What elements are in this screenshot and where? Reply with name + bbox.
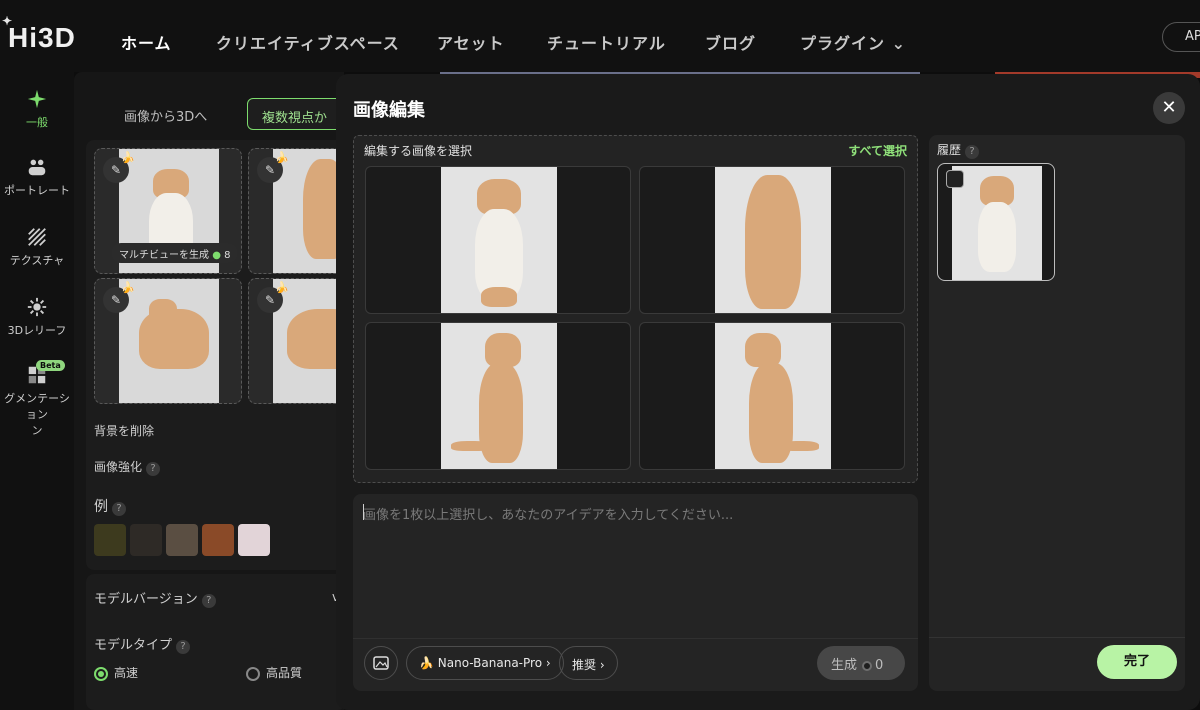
select-images-title: 編集する画像を選択 bbox=[364, 144, 473, 158]
api-button[interactable]: AP bbox=[1162, 22, 1200, 52]
recommend-pill[interactable]: 推奨 › bbox=[559, 646, 618, 680]
sidebar-item-relief[interactable]: 3Dレリーフ bbox=[0, 296, 74, 338]
chevron-right-icon: › bbox=[542, 656, 551, 670]
divider bbox=[929, 637, 1185, 638]
example-thumbnail[interactable] bbox=[94, 524, 126, 556]
image-icon bbox=[373, 656, 389, 670]
generation-panel: 画像から3Dへ 複数視点か ✎ 🍌 マルチビューを生成 ● 8 ✎ 🍌 ✎ 🍌 … bbox=[74, 72, 396, 710]
divider bbox=[353, 638, 918, 639]
sidebar-item-segmentation[interactable]: Beta グメンテーション ン bbox=[0, 360, 74, 438]
prompt-input[interactable]: 画像を1枚以上選択し、あなたのアイデアを入力してください... bbox=[363, 504, 733, 523]
cat-image-right bbox=[715, 323, 831, 469]
help-icon[interactable]: ? bbox=[112, 502, 126, 516]
cat-image-history bbox=[952, 166, 1042, 280]
beta-badge: Beta bbox=[36, 360, 65, 371]
sidebar-item-label: グメンテーション bbox=[4, 392, 70, 421]
banana-icon: 🍌 bbox=[275, 281, 289, 294]
image-option-left[interactable] bbox=[365, 322, 631, 470]
nav-plugins[interactable]: プラグイン ⌄ bbox=[800, 30, 906, 54]
close-button[interactable]: ✕ bbox=[1153, 92, 1185, 124]
image-selection-area: 編集する画像を選択 すべて選択 bbox=[353, 135, 918, 483]
remove-background-label[interactable]: 背景を削除 bbox=[94, 422, 154, 439]
example-thumbnail[interactable] bbox=[166, 524, 198, 556]
image-option-back[interactable] bbox=[639, 166, 905, 314]
gallery-icon bbox=[946, 170, 964, 188]
image-enhance-label[interactable]: 画像強化? bbox=[94, 458, 161, 476]
nav-home[interactable]: ホーム bbox=[121, 30, 172, 54]
banana-icon: 🍌 bbox=[419, 656, 438, 670]
model-settings-card: モデルバージョン? v モデルタイプ? 高速 高品質 bbox=[86, 574, 346, 710]
sidebar-item-portrait[interactable]: ポートレート bbox=[0, 156, 74, 198]
history-item[interactable] bbox=[937, 163, 1055, 281]
cat-image-left bbox=[441, 323, 557, 469]
view-thumbnail-left[interactable]: ✎ 🍌 bbox=[94, 278, 242, 404]
nav-assets[interactable]: アセット bbox=[437, 30, 505, 54]
sparkle-icon: ✦ bbox=[2, 14, 14, 28]
sidebar-item-texture[interactable]: テクスチャ bbox=[0, 226, 74, 268]
sidebar-item-label: 3Dレリーフ bbox=[7, 324, 67, 337]
generate-button[interactable]: 生成 0 bbox=[817, 646, 905, 680]
add-image-button[interactable] bbox=[364, 646, 398, 680]
cat-image bbox=[119, 279, 219, 403]
select-all-button[interactable]: すべて選択 bbox=[848, 142, 907, 159]
banana-icon: 🍌 bbox=[121, 281, 135, 294]
people-icon bbox=[28, 159, 46, 176]
logo-text: Hi3D bbox=[8, 22, 76, 53]
banana-icon: 🍌 bbox=[121, 151, 135, 164]
cat-image-front bbox=[441, 167, 557, 313]
sidebar: 一般 ポートレート テクスチャ 3Dレリーフ Beta グメンテーション ン bbox=[0, 72, 74, 710]
help-icon[interactable]: ? bbox=[176, 640, 191, 654]
history-title: 履歴? bbox=[937, 141, 980, 159]
model-type-fast-radio[interactable]: 高速 bbox=[94, 664, 138, 681]
help-icon[interactable]: ? bbox=[965, 145, 980, 159]
nav-blog[interactable]: ブログ bbox=[705, 30, 756, 54]
history-panel: 履歴? 完了 bbox=[929, 135, 1185, 691]
chevron-right-icon: › bbox=[596, 658, 605, 672]
image-edit-modal: 画像編集 ✕ 編集する画像を選択 すべて選択 画像を1枚以上選択し、あなたのアイ… bbox=[336, 74, 1200, 710]
model-type-label: モデルタイプ? bbox=[94, 634, 191, 654]
sparkle-icon bbox=[27, 89, 47, 109]
example-thumbnail[interactable] bbox=[130, 524, 162, 556]
relief-icon bbox=[27, 297, 47, 317]
sidebar-item-general[interactable]: 一般 bbox=[0, 88, 74, 130]
image-option-front[interactable] bbox=[365, 166, 631, 314]
generate-multiview-pill[interactable]: マルチビューを生成 ● 8 bbox=[111, 243, 239, 263]
cat-image-back bbox=[715, 167, 831, 313]
modal-title: 画像編集 bbox=[353, 100, 425, 121]
sidebar-item-label: 一般 bbox=[26, 116, 48, 129]
top-navigation: ✦ Hi3D ホーム クリエイティブスペース アセット チュートリアル ブログ プ… bbox=[0, 0, 1200, 72]
model-select-pill[interactable]: 🍌 Nano-Banana-Pro › bbox=[406, 646, 564, 680]
texture-icon bbox=[28, 228, 46, 246]
image-option-right[interactable] bbox=[639, 322, 905, 470]
model-type-hq-radio[interactable]: 高品質 bbox=[246, 664, 302, 681]
help-icon[interactable]: ? bbox=[146, 462, 161, 476]
prompt-area: 画像を1枚以上選択し、あなたのアイデアを入力してください... 🍌 Nano-B… bbox=[353, 494, 918, 691]
credit-icon bbox=[862, 660, 873, 671]
radio-selected-icon bbox=[94, 666, 108, 681]
example-thumbnail[interactable] bbox=[202, 524, 234, 556]
done-button[interactable]: 完了 bbox=[1097, 645, 1177, 679]
sidebar-item-label-line2: ン bbox=[31, 424, 43, 437]
nav-creative-space[interactable]: クリエイティブスペース bbox=[216, 30, 400, 54]
upload-card: ✎ 🍌 マルチビューを生成 ● 8 ✎ 🍌 ✎ 🍌 ✎ 🍌 背景を削除 画像強化… bbox=[86, 140, 396, 570]
hi3d-logo[interactable]: ✦ Hi3D bbox=[2, 14, 76, 54]
sidebar-item-label: ポートレート bbox=[4, 184, 70, 197]
model-version-label: モデルバージョン? bbox=[94, 588, 216, 608]
nav-tutorial[interactable]: チュートリアル bbox=[547, 30, 666, 54]
view-thumbnail-front[interactable]: ✎ 🍌 マルチビューを生成 ● 8 bbox=[94, 148, 242, 274]
examples-label: 例? bbox=[94, 496, 126, 516]
sidebar-item-label: テクスチャ bbox=[9, 254, 65, 267]
tab-image-to-3d[interactable]: 画像から3Dへ bbox=[110, 98, 221, 130]
help-icon[interactable]: ? bbox=[201, 594, 216, 608]
example-thumbnail[interactable] bbox=[238, 524, 270, 556]
radio-icon bbox=[246, 666, 260, 681]
banana-icon: 🍌 bbox=[275, 151, 289, 164]
